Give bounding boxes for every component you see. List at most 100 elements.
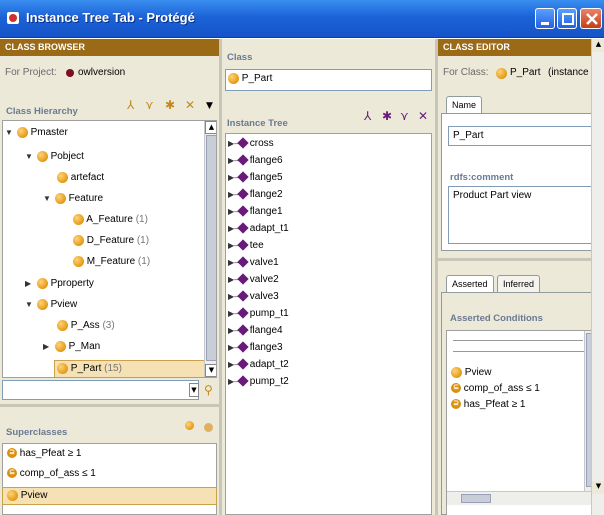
instance-item[interactable]: ▶— flange6 (228, 153, 283, 169)
delete-class-icon[interactable]: ✕ (185, 99, 195, 111)
expand-arrow-icon[interactable]: ▼ (25, 297, 34, 313)
scroll-down-icon[interactable]: ▼ (592, 481, 604, 494)
conditions-hscrollbar[interactable] (447, 491, 597, 505)
class-icon (54, 340, 66, 352)
tree-item-selected[interactable]: P_Part (15) (54, 360, 205, 377)
class-name: Pmaster (30, 127, 68, 138)
class-tree-scrollbar[interactable]: ▲ ▼ (204, 121, 216, 377)
class-editor-scrollbar[interactable]: ▲ ▼ (591, 39, 604, 515)
class-hierarchy-tree[interactable]: ▼ Pmaster ▼ Pobject artefact ▼ Feature A… (2, 120, 217, 378)
expand-arrow-icon[interactable]: ▶ (43, 339, 52, 355)
class-search-input[interactable] (2, 380, 199, 400)
instance-item[interactable]: ▶— flange2 (228, 187, 283, 203)
create-instance-icon[interactable]: ⅄ (364, 110, 371, 122)
superclass-item[interactable]: ⊇ has_Pfeat ≥ 1 (7, 446, 81, 462)
superclasses-list[interactable]: ⊇ has_Pfeat ≥ 1 ⊆ comp_of_ass ≤ 1 Pview (2, 443, 217, 515)
expand-arrow-icon[interactable]: ▶— (228, 272, 242, 288)
expand-arrow-icon[interactable]: ▶— (228, 221, 242, 237)
class-name-field[interactable]: P_Part (448, 126, 592, 146)
expand-arrow-icon[interactable]: ▶— (228, 357, 242, 373)
scroll-down-icon[interactable]: ▼ (205, 364, 216, 377)
create-class-icon[interactable]: ⅄ (127, 99, 134, 111)
selected-class-field[interactable]: P_Part (225, 69, 432, 91)
instance-item[interactable]: ▶— pump_t1 (228, 306, 289, 322)
scroll-up-icon[interactable]: ▲ (205, 121, 216, 134)
expand-arrow-icon[interactable]: ▶ (25, 276, 34, 292)
expand-arrow-icon[interactable]: ▼ (25, 149, 34, 165)
expand-arrow-icon[interactable]: ▼ (5, 125, 14, 141)
expand-arrow-icon[interactable]: ▶— (228, 238, 242, 254)
minimize-button[interactable] (535, 8, 555, 29)
scroll-thumb[interactable] (461, 494, 491, 503)
instance-item[interactable]: ▶— adapt_t1 (228, 221, 289, 237)
instance-item[interactable]: ▶— tee (228, 238, 264, 254)
window-title-bar[interactable]: Instance Tree Tab - Protégé (0, 0, 604, 38)
scroll-thumb[interactable] (206, 135, 216, 361)
expand-arrow-icon[interactable]: ▶— (228, 289, 242, 305)
expand-arrow-icon[interactable]: ▼ (43, 191, 52, 207)
add-slot-icon[interactable]: ⋎ (400, 110, 409, 122)
class-name: Pproperty (50, 278, 94, 289)
asserted-conditions-list[interactable]: NE Pview ⊆ comp_of_ass ≤ 1 ⊇ has_Pfeat ≥… (446, 330, 597, 515)
instance-hierarchy-icon[interactable]: ✱ (382, 110, 392, 122)
tree-item[interactable]: D_Feature (1) (73, 233, 149, 249)
condition-item[interactable]: ⊇ has_Pfeat ≥ 1 (451, 397, 525, 413)
instance-name: flange4 (249, 325, 283, 336)
tree-item[interactable]: ▶ Pproperty (25, 276, 94, 292)
panel-splitter[interactable] (438, 258, 604, 261)
scroll-up-icon[interactable]: ▲ (592, 39, 604, 52)
delete-instance-icon[interactable]: ✕ (418, 110, 428, 122)
tree-item[interactable]: P_Ass (3) (57, 318, 115, 334)
remove-superclass-icon[interactable] (204, 423, 213, 432)
instance-item[interactable]: ▶— valve3 (228, 289, 279, 305)
instance-item[interactable]: ▶— cross (228, 136, 274, 152)
expand-arrow-icon[interactable]: ▶— (228, 306, 242, 322)
tree-item[interactable]: artefact (57, 170, 104, 186)
tree-item[interactable]: ▼ Pmaster (5, 125, 68, 141)
expand-arrow-icon[interactable]: ▶— (228, 136, 242, 152)
superclass-item-selected[interactable]: Pview (2, 487, 217, 505)
expand-arrow-icon[interactable]: ▶— (228, 204, 242, 220)
instance-item[interactable]: ▶— flange5 (228, 170, 283, 186)
superclass-item[interactable]: ⊆ comp_of_ass ≤ 1 (7, 466, 96, 482)
expand-arrow-icon[interactable]: ▶— (228, 340, 242, 356)
instance-item[interactable]: ▶— valve1 (228, 255, 279, 271)
tree-item[interactable]: ▶ P_Man (43, 339, 100, 355)
condition-item[interactable]: Pview (451, 365, 491, 381)
tab-name[interactable]: Name (446, 96, 483, 113)
instance-item[interactable]: ▶— adapt_t2 (228, 357, 289, 373)
tab-inferred[interactable]: Inferred (497, 275, 541, 292)
expand-arrow-icon[interactable]: ▶— (228, 153, 242, 169)
instance-item[interactable]: ▶— valve2 (228, 272, 279, 288)
close-button[interactable] (580, 8, 602, 29)
condition-item[interactable]: ⊆ comp_of_ass ≤ 1 (451, 381, 540, 397)
tree-item[interactable]: ▼ Pobject (25, 149, 84, 165)
instance-item[interactable]: ▶— pump_t2 (228, 374, 289, 390)
create-subclass-icon[interactable]: ⋎ (145, 99, 154, 111)
expand-arrow-icon[interactable]: ▶— (228, 187, 242, 203)
instance-item[interactable]: ▶— flange1 (228, 204, 283, 220)
hierarchy-menu-icon[interactable]: ▼ (206, 100, 213, 112)
expand-arrow-icon[interactable]: ▶— (228, 170, 242, 186)
search-dropdown-icon[interactable]: ▼ (189, 383, 199, 397)
tree-item[interactable]: M_Feature (1) (73, 254, 150, 270)
expand-arrow-icon[interactable]: ▶— (228, 374, 242, 390)
rdfs-comment-field[interactable]: Product Part view (448, 186, 592, 244)
panel-splitter[interactable] (0, 404, 219, 407)
expand-arrow-icon[interactable]: ▶— (228, 323, 242, 339)
tree-item[interactable]: A_Feature (1) (73, 212, 148, 228)
instance-tree[interactable]: ▶— cross ▶— flange6 ▶— flange5 ▶— flange2 ▶—… (225, 133, 432, 515)
close-icon (586, 13, 598, 25)
class-name: P_Man (68, 341, 101, 352)
expand-arrow-icon[interactable]: ▶— (228, 255, 242, 271)
tab-asserted[interactable]: Asserted (446, 275, 494, 292)
tree-item[interactable]: ▼ Pview (25, 297, 77, 313)
find-icon[interactable]: ⚲ (204, 384, 213, 396)
hierarchy-icon[interactable]: ✱ (165, 99, 175, 111)
add-superclass-icon[interactable] (185, 421, 194, 430)
maximize-button[interactable] (557, 8, 577, 29)
instance-count: (1) (135, 214, 148, 225)
instance-item[interactable]: ▶— flange4 (228, 323, 283, 339)
instance-item[interactable]: ▶— flange3 (228, 340, 283, 356)
tree-item[interactable]: ▼ Feature (43, 191, 103, 207)
